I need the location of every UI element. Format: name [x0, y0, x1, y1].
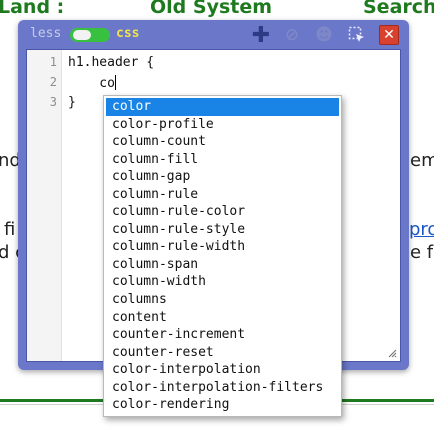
autocomplete-item[interactable]: counter-increment: [106, 326, 339, 344]
code-line-text: co: [68, 76, 115, 91]
page-text-fragment: e fo: [410, 242, 434, 263]
resize-grip-icon[interactable]: [387, 348, 397, 358]
autocomplete-list[interactable]: color color-profile column-count column-…: [103, 95, 342, 417]
autocomplete-item[interactable]: column-rule-width: [106, 238, 339, 256]
page-heading-old-system: Old System: [150, 0, 273, 18]
line-number-gutter: 1 2 3: [27, 50, 62, 361]
page-heading-search: Search: [363, 0, 434, 18]
autocomplete-item[interactable]: color-interpolation-filters: [106, 379, 339, 397]
line-number: 2: [49, 75, 57, 89]
less-mode-label[interactable]: less: [30, 26, 61, 41]
line-number: 1: [49, 55, 57, 69]
autocomplete-item[interactable]: column-rule-color: [106, 203, 339, 221]
select-element-svg: [348, 26, 364, 42]
autocomplete-item[interactable]: color-profile: [106, 116, 339, 134]
autocomplete-item[interactable]: counter-reset: [106, 344, 339, 362]
code-line-current[interactable]: co: [68, 75, 116, 91]
autocomplete-item[interactable]: content: [106, 309, 339, 327]
smile-icon[interactable]: ☻: [313, 24, 335, 46]
code-line[interactable]: h1.header {: [68, 55, 154, 70]
autocomplete-item[interactable]: column-gap: [106, 168, 339, 186]
select-element-icon[interactable]: [346, 24, 368, 46]
autocomplete-item[interactable]: columns: [106, 291, 339, 309]
autocomplete-item[interactable]: color-interpolation: [106, 361, 339, 379]
plus-icon[interactable]: ✚: [250, 23, 272, 48]
page-text-fragment: fi: [4, 219, 16, 240]
page-heading-land: Land :: [0, 0, 65, 18]
autocomplete-item[interactable]: column-count: [106, 133, 339, 151]
autocomplete-item[interactable]: column-span: [106, 256, 339, 274]
editor-toolbar: less css ✚ ⊘ ☻ ✕: [18, 20, 409, 49]
less-css-toggle[interactable]: [70, 28, 110, 42]
autocomplete-item[interactable]: column-rule: [106, 186, 339, 204]
autocomplete-item[interactable]: column-rule-style: [106, 221, 339, 239]
css-mode-label[interactable]: css: [116, 26, 139, 41]
autocomplete-item[interactable]: column-fill: [106, 151, 339, 169]
toggle-knob: [73, 30, 91, 40]
autocomplete-item[interactable]: color-rendering: [106, 396, 339, 414]
code-line[interactable]: }: [68, 95, 76, 110]
autocomplete-item-selected[interactable]: color: [106, 98, 339, 116]
resize-grip-svg: [388, 349, 397, 358]
autocomplete-item[interactable]: column-width: [106, 273, 339, 291]
close-icon[interactable]: ✕: [379, 25, 399, 45]
text-cursor: [114, 75, 116, 90]
page-text-fragment: emp: [410, 150, 434, 171]
disable-icon[interactable]: ⊘: [281, 24, 303, 46]
page-link-fragment[interactable]: pro: [409, 219, 434, 240]
line-number: 3: [49, 95, 57, 109]
